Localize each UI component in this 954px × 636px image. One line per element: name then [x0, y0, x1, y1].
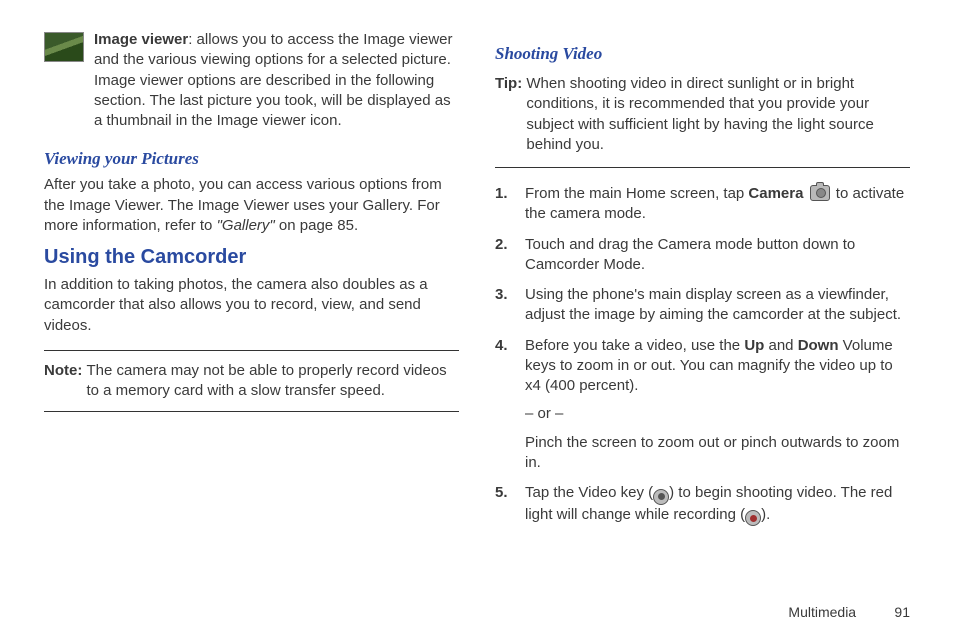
using-camcorder-heading: Using the Camcorder	[44, 246, 459, 269]
page-footer: Multimedia 91	[788, 604, 910, 620]
page-columns: Image viewer: allows you to access the I…	[44, 30, 910, 580]
viewing-pictures-paragraph: After you take a photo, you can access v…	[44, 175, 459, 236]
image-viewer-description: Image viewer: allows you to access the I…	[94, 30, 459, 131]
note-block: Note: The camera may not be able to prop…	[44, 350, 459, 413]
right-column: Shooting Video Tip: When shooting video …	[495, 30, 910, 580]
left-column: Image viewer: allows you to access the I…	[44, 30, 459, 580]
image-viewer-feature: Image viewer: allows you to access the I…	[44, 30, 459, 131]
tip-text: When shooting video in direct sunlight o…	[526, 74, 910, 155]
camera-icon	[810, 185, 830, 201]
recording-icon	[745, 510, 761, 526]
step-2: 2. Touch and drag the Camera mode button…	[495, 235, 910, 276]
tip-block: Tip: When shooting video in direct sunli…	[495, 70, 910, 168]
page-number: 91	[880, 604, 910, 620]
step-3: 3. Using the phone's main display screen…	[495, 285, 910, 326]
camcorder-paragraph: In addition to taking photos, the camera…	[44, 275, 459, 336]
viewing-pictures-heading: Viewing your Pictures	[44, 149, 459, 169]
step-5: 5. Tap the Video key () to begin shootin…	[495, 483, 910, 526]
step-4-pinch: Pinch the screen to zoom out or pinch ou…	[525, 433, 910, 474]
feature-title: Image viewer	[94, 31, 188, 48]
note-text: The camera may not be able to properly r…	[87, 361, 460, 402]
image-viewer-thumbnail-icon	[44, 32, 84, 62]
record-icon	[653, 489, 669, 505]
gallery-reference: "Gallery"	[217, 217, 279, 234]
step-1: 1. From the main Home screen, tap Camera…	[495, 184, 910, 225]
steps-list: 1. From the main Home screen, tap Camera…	[495, 184, 910, 526]
step-4: 4. Before you take a video, use the Up a…	[495, 336, 910, 474]
footer-section: Multimedia	[788, 604, 856, 620]
tip-label: Tip:	[495, 74, 526, 155]
note-label: Note:	[44, 361, 87, 402]
shooting-video-heading: Shooting Video	[495, 44, 910, 64]
step-4-or: – or –	[525, 404, 910, 424]
